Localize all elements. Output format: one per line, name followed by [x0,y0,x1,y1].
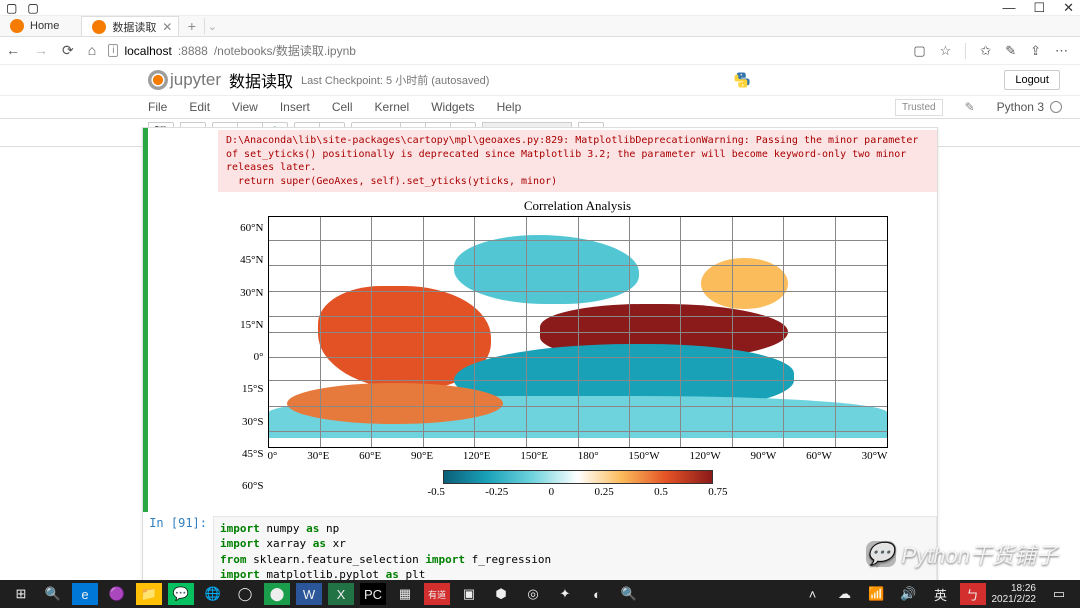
ime-lang[interactable]: 英 [928,583,954,605]
url-path: /notebooks/数据读取.ipynb [214,42,356,59]
share-icon[interactable]: ⇪ [1030,43,1041,59]
y-tick-labels: 60°N45°N30°N15°N0°15°S30°S45°S60°S [230,216,264,498]
url-port: :8888 [178,44,208,58]
colorbar-ticks: -0.5-0.2500.250.50.75 [428,486,728,498]
nav-back-icon[interactable]: ← [6,42,20,59]
menu-view[interactable]: View [232,100,258,114]
app-icon-3[interactable]: ▦ [392,583,418,605]
kernel-status-icon [1050,101,1062,113]
map-canvas [268,216,888,448]
output-cell: D:\Anaconda\lib\site-packages\cartopy\mp… [143,128,937,512]
tab-label: 数据读取 [112,19,156,35]
app-icon-7[interactable]: ✦ [552,583,578,605]
nav-home-icon[interactable]: ⌂ [88,42,96,59]
watermark-text: Python干货铺子 [902,538,1059,570]
word-icon[interactable]: W [296,583,322,605]
tray-cloud-icon[interactable]: ☁ [832,583,858,605]
ime-mode[interactable]: ㄅ [960,583,986,605]
menu-kernel[interactable]: Kernel [375,100,410,114]
tray-volume-icon[interactable]: 🔊 [896,583,922,605]
code-editor[interactable]: import numpy as npimport xarray as xrfro… [213,516,937,580]
notes-icon[interactable]: ✎ [1005,43,1016,59]
nav-fwd-icon[interactable]: → [34,42,48,59]
menu-help[interactable]: Help [497,100,522,114]
search-icon[interactable]: 🔍 [40,583,66,605]
win-close[interactable]: ✕ [1063,0,1074,16]
python-logo-icon [733,71,751,89]
jupyter-logo[interactable]: jupyter [148,70,221,90]
edge-icon[interactable]: e [72,583,98,605]
watermark: 💬 Python干货铺子 [866,538,1059,570]
tray-up-icon[interactable]: ˄ [800,583,826,605]
favorites-icon[interactable]: ✩ [980,43,991,59]
menu-insert[interactable]: Insert [280,100,310,114]
chart-title: Correlation Analysis [218,198,937,214]
notebook-title[interactable]: 数据读取 [229,68,293,92]
logout-button[interactable]: Logout [1004,70,1060,90]
input-prompt: In [91]: [143,516,213,530]
taskbar-clock[interactable]: 18:262021/2/22 [992,583,1041,605]
browser-tab-notebook[interactable]: 数据读取 ✕ [81,16,179,36]
new-tab-button[interactable]: + [179,18,205,34]
jupyter-brand-text: jupyter [170,70,221,90]
app-icon-2[interactable]: ◯ [232,583,258,605]
search-circle-icon[interactable]: 🔍 [616,583,642,605]
url-host: localhost [124,44,171,58]
tab-label: Home [30,20,59,32]
x-tick-labels: 0°30°E60°E90°E120°E150°E180°150°W120°W90… [268,448,888,464]
reader-icon[interactable]: ▢ [913,43,925,59]
app-icon-4[interactable]: ▣ [456,583,482,605]
wechat-app-icon[interactable]: 💬 [168,583,194,605]
checkpoint-text: Last Checkpoint: 5 小时前 (autosaved) [301,72,489,88]
warning-output: D:\Anaconda\lib\site-packages\cartopy\mp… [218,130,937,192]
start-button[interactable]: ⊞ [8,583,34,605]
input-cell[interactable]: In [91]: import numpy as npimport xarray… [143,512,937,580]
address-bar[interactable]: i localhost :8888/notebooks/数据读取.ipynb [108,42,901,59]
browser-tab-home[interactable]: Home [0,16,81,36]
browser-icon[interactable]: 🌐 [200,583,226,605]
star-icon[interactable]: ☆ [940,43,952,59]
app-icon-5[interactable]: ⬢ [488,583,514,605]
menu-edit[interactable]: Edit [189,100,210,114]
excel-icon[interactable]: X [328,583,354,605]
jupyter-orb-icon [148,70,168,90]
menu-file[interactable]: File [148,100,167,114]
win-max[interactable]: ☐ [1033,0,1045,16]
chrome-icon[interactable]: ⬤ [264,583,290,605]
pycharm-icon[interactable]: PC [360,583,386,605]
win-min[interactable]: — [1002,0,1015,16]
app-icon-8[interactable]: ◐ [584,583,610,605]
app-icon[interactable]: 🟣 [104,583,130,605]
tray-wifi-icon[interactable]: 📶 [864,583,890,605]
nav-reload-icon[interactable]: ⟳ [62,42,74,59]
site-info-icon[interactable]: i [108,44,118,57]
kernel-name[interactable]: Python 3 [997,100,1044,114]
youdao-icon[interactable]: 有道 [424,583,450,605]
menu-widgets[interactable]: Widgets [431,100,474,114]
settings-icon[interactable]: ⋯ [1055,43,1068,59]
tab-close-icon[interactable]: ✕ [162,20,172,34]
app-icon-6[interactable]: ◎ [520,583,546,605]
figure-output: Correlation Analysis 60°N45°N30°N15°N0°1… [218,192,937,506]
windows-taskbar[interactable]: ⊞ 🔍 e 🟣 📁 💬 🌐 ◯ ⬤ W X PC ▦ 有道 ▣ ⬢ ◎ ✦ ◐ … [0,580,1080,608]
folder-icon[interactable]: 📁 [136,583,162,605]
tab-icon [10,19,24,33]
tab-icon [92,20,106,34]
edit-mode-icon[interactable]: ✎ [965,100,975,114]
title-icon-1: ▢ [6,1,17,15]
title-icon-2: ▢ [27,1,38,15]
menu-cell[interactable]: Cell [332,100,353,114]
trusted-badge[interactable]: Trusted [895,99,943,116]
colorbar [443,470,713,484]
wechat-icon: 💬 [866,541,896,567]
notification-icon[interactable]: ▭ [1046,583,1072,605]
tab-dropdown[interactable]: ⌄ [205,16,219,36]
